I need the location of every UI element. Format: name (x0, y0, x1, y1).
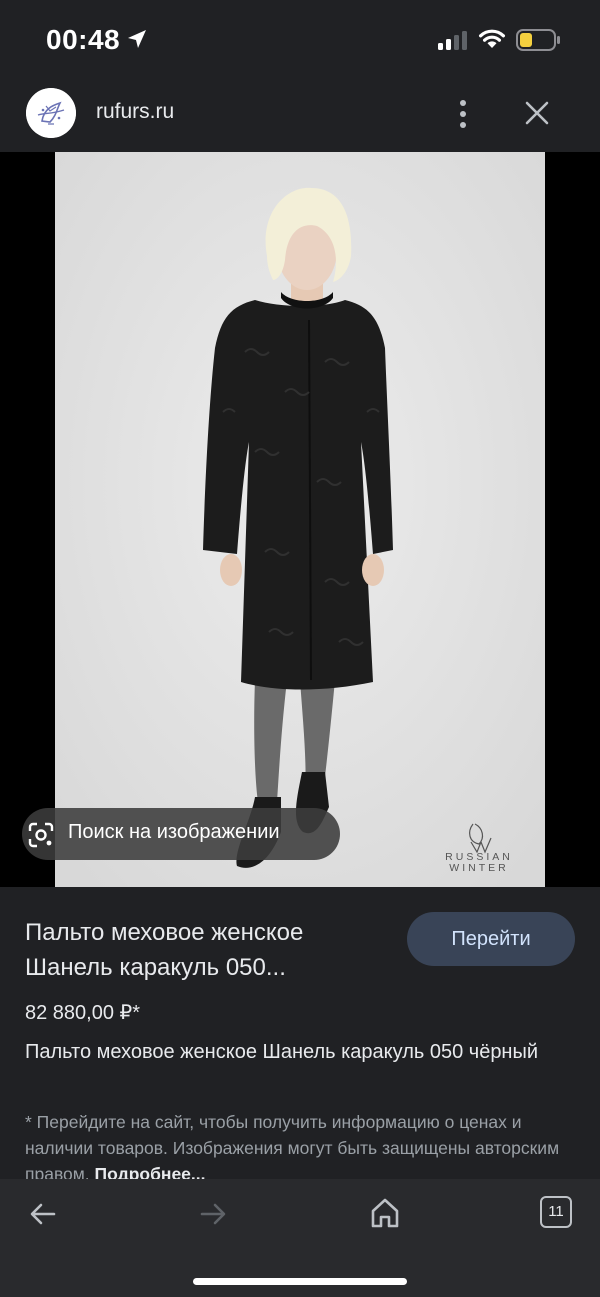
close-button[interactable] (520, 96, 554, 130)
status-bar: 00:48 (0, 0, 600, 80)
close-icon (525, 101, 549, 125)
product-price: 82 880,00 ₽* (25, 1002, 141, 1024)
status-time: 00:48 (46, 24, 121, 55)
site-logo (26, 88, 76, 138)
signal-icon (438, 31, 467, 50)
go-to-site-button[interactable]: Перейти (407, 912, 575, 966)
more-options-button[interactable] (450, 94, 476, 134)
home-indicator (193, 1278, 407, 1285)
location-arrow-icon (128, 30, 146, 48)
lens-icon (28, 822, 54, 848)
tabs-button[interactable]: 11 (540, 1196, 572, 1228)
product-title[interactable]: Пальто меховое женское Шанель каракуль 0… (25, 915, 385, 985)
site-domain[interactable]: rufurs.ru (96, 100, 174, 124)
brand-line-2: WINTER (449, 862, 509, 874)
site-header: rufurs.ru (0, 80, 600, 152)
more-vert-icon (460, 100, 466, 128)
more-details-link[interactable]: Подробнее... (95, 1164, 206, 1179)
home-icon[interactable] (368, 1195, 402, 1231)
wifi-icon (479, 29, 505, 48)
lens-search-label: Поиск на изображении (68, 821, 280, 843)
lens-search-button[interactable]: Поиск на изображении (22, 808, 340, 860)
forward-arrow-icon[interactable] (196, 1197, 230, 1231)
image-viewer: RUSSIAN WINTER Поиск на изображении (0, 152, 600, 887)
product-image[interactable] (55, 152, 545, 887)
product-description: Пальто меховое женское Шанель каракуль 0… (25, 1041, 539, 1063)
copyright-disclaimer: * Перейдите на сайт, чтобы получить инфо… (25, 1109, 570, 1179)
brand-watermark: RUSSIAN WINTER (427, 852, 531, 874)
back-arrow-icon[interactable] (26, 1197, 60, 1231)
bottom-navigation: 11 (0, 1179, 600, 1297)
product-info: Пальто меховое женское Шанель каракуль 0… (0, 887, 600, 1179)
battery-low-icon (516, 29, 560, 51)
